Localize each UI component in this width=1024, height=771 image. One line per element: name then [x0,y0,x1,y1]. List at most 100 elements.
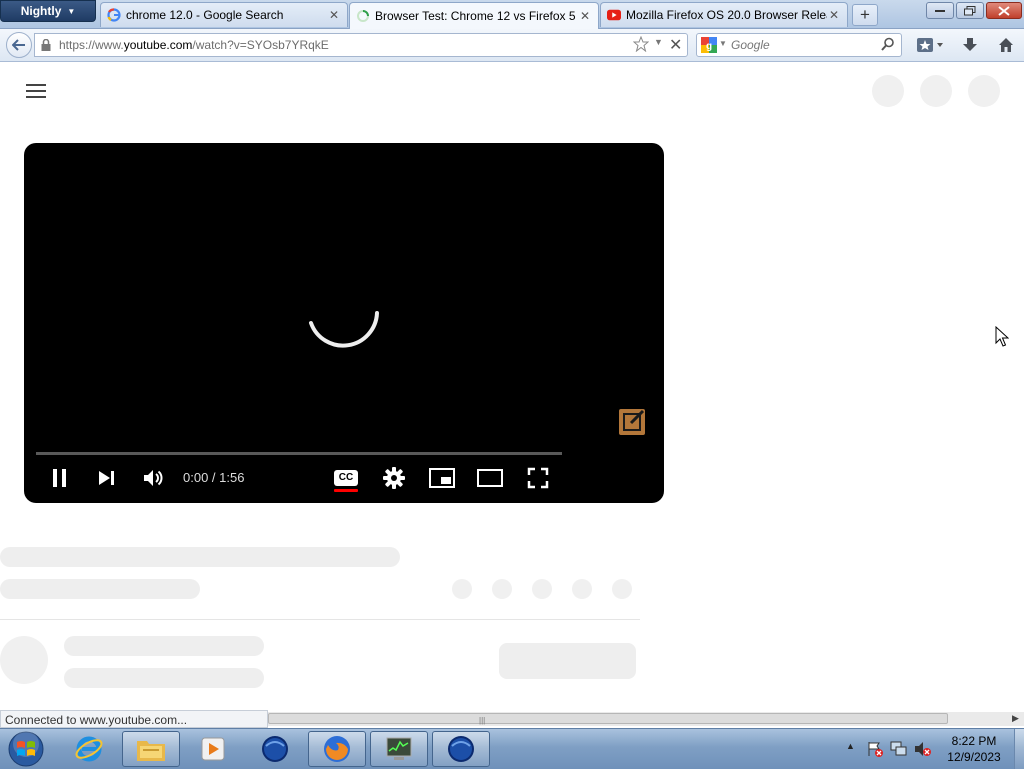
restore-icon [964,5,976,15]
downloads-button[interactable] [958,35,982,55]
minimize-button[interactable] [926,2,954,19]
start-button[interactable] [4,730,48,768]
back-button[interactable] [6,32,32,58]
url-prefix: https://www. [59,38,124,52]
subtitle-placeholder [0,579,200,599]
action-placeholder-circle [452,579,472,599]
taskbar-task-manager[interactable] [370,731,428,767]
restore-button[interactable] [956,2,984,19]
app-menu-label: Nightly [20,4,62,18]
loading-spinner-icon [309,311,379,348]
show-desktop-button[interactable] [1014,729,1024,769]
tab-close-icon[interactable]: ✕ [827,8,841,22]
engine-dropdown-icon[interactable]: ▼ [719,39,727,48]
show-hidden-icons-icon[interactable]: ▲ [846,741,855,751]
web-page: 0:00 / 1:56 CC [0,62,1024,710]
bookmark-star-icon[interactable] [632,35,650,55]
scrollbar-thumb[interactable]: ||| [268,713,948,725]
history-dropdown-icon[interactable]: ▼ [654,37,663,47]
next-button[interactable] [92,463,120,493]
close-window-button[interactable] [986,2,1022,19]
tab-title: Mozilla Firefox OS 20.0 Browser Relea... [626,8,827,22]
tab-browser-test[interactable]: Browser Test: Chrome 12 vs Firefox 5 ...… [349,2,599,29]
stop-icon[interactable]: ✕ [669,35,682,55]
bookmarks-icon [917,38,943,52]
fullscreen-button[interactable] [522,463,554,493]
hamburger-menu-icon[interactable] [26,84,46,98]
gear-icon [383,467,405,489]
arrow-left-icon [12,39,25,51]
new-tab-button[interactable]: + [852,4,878,26]
firefox-nightly-icon [262,736,288,762]
close-icon [998,5,1010,16]
subscribe-button-placeholder [499,643,636,679]
settings-button[interactable] [378,463,410,493]
scrollbar-grip-icon: ||| [479,716,486,725]
network-icon[interactable] [890,741,908,757]
search-input[interactable] [731,37,871,53]
url-domain: youtube.com [123,38,193,52]
status-bar: Connected to www.youtube.com... [0,710,268,728]
firefox-icon [324,736,350,762]
taskbar-media-player[interactable] [184,731,242,767]
taskbar-internet-explorer[interactable] [60,731,118,767]
nightly-menu-button[interactable]: Nightly ▼ [0,0,96,22]
download-arrow-icon [963,38,977,51]
firefox-nightly-icon [448,736,474,762]
windows-start-orb-icon [8,731,44,767]
subscriber-count-placeholder [64,668,264,688]
divider [0,619,640,620]
bookmarks-menu-button[interactable] [914,35,946,55]
pause-button[interactable] [46,463,74,493]
url-text[interactable]: https://www.youtube.com/watch?v=SYOsb7YR… [59,38,329,52]
channel-avatar-placeholder [0,636,48,684]
header-placeholder-circle [920,75,952,107]
lock-icon [41,38,51,54]
action-placeholder-circle [572,579,592,599]
task-manager-icon [386,737,412,760]
header-placeholder-circle [968,75,1000,107]
scroll-right-arrow-icon[interactable]: ▶ [1012,713,1019,724]
url-bar[interactable]: https://www.youtube.com/watch?v=SYOsb7YR… [34,33,688,57]
taskbar-firefox-nightly[interactable] [246,731,304,767]
progress-bar[interactable] [36,452,562,455]
action-center-flag-icon[interactable] [866,741,884,757]
tab-google-search[interactable]: chrome 12.0 - Google Search ✕ [100,2,348,27]
video-player[interactable]: 0:00 / 1:56 CC [24,143,664,503]
miniplayer-button[interactable] [426,463,458,493]
cc-icon: CC [334,470,358,486]
tab-youtube[interactable]: Mozilla Firefox OS 20.0 Browser Relea...… [600,2,848,27]
channel-name-placeholder [64,636,264,656]
action-placeholder-circle [612,579,632,599]
taskbar: ▲ 8:22 PM 12/9/2023 [0,728,1024,769]
clock-time: 8:22 PM [951,734,997,748]
tab-close-icon[interactable]: ✕ [327,8,341,22]
google-g-icon [107,8,121,22]
home-icon [999,38,1013,52]
clock[interactable]: 8:22 PM 12/9/2023 [934,733,1014,765]
taskbar-firefox[interactable] [308,731,366,767]
google-engine-icon[interactable]: g [701,37,717,56]
channel-watermark-icon[interactable] [619,409,645,435]
home-button[interactable] [994,35,1018,55]
search-bar[interactable]: g ▼ [696,33,902,57]
search-icon[interactable] [881,37,895,54]
cc-label: CC [338,472,354,483]
navigation-toolbar: https://www.youtube.com/watch?v=SYOsb7YR… [0,29,1024,62]
horizontal-scrollbar[interactable]: ||| ▶ [268,712,1024,726]
tab-close-icon[interactable]: ✕ [578,9,592,23]
fullscreen-icon [527,467,549,489]
miniplayer-icon [429,468,455,488]
skip-next-icon [99,471,114,485]
mute-button[interactable] [138,463,168,493]
theater-mode-icon [477,469,503,487]
volume-icon [144,470,163,486]
url-path: /watch?v=SYOsb7YRqkE [192,38,329,52]
taskbar-file-explorer[interactable] [122,731,180,767]
taskbar-firefox-nightly[interactable] [432,731,490,767]
tab-title: chrome 12.0 - Google Search [126,8,284,22]
volume-muted-icon[interactable] [914,741,932,757]
theater-mode-button[interactable] [474,463,506,493]
time-display: 0:00 / 1:56 [183,470,245,485]
file-explorer-icon [137,741,165,761]
